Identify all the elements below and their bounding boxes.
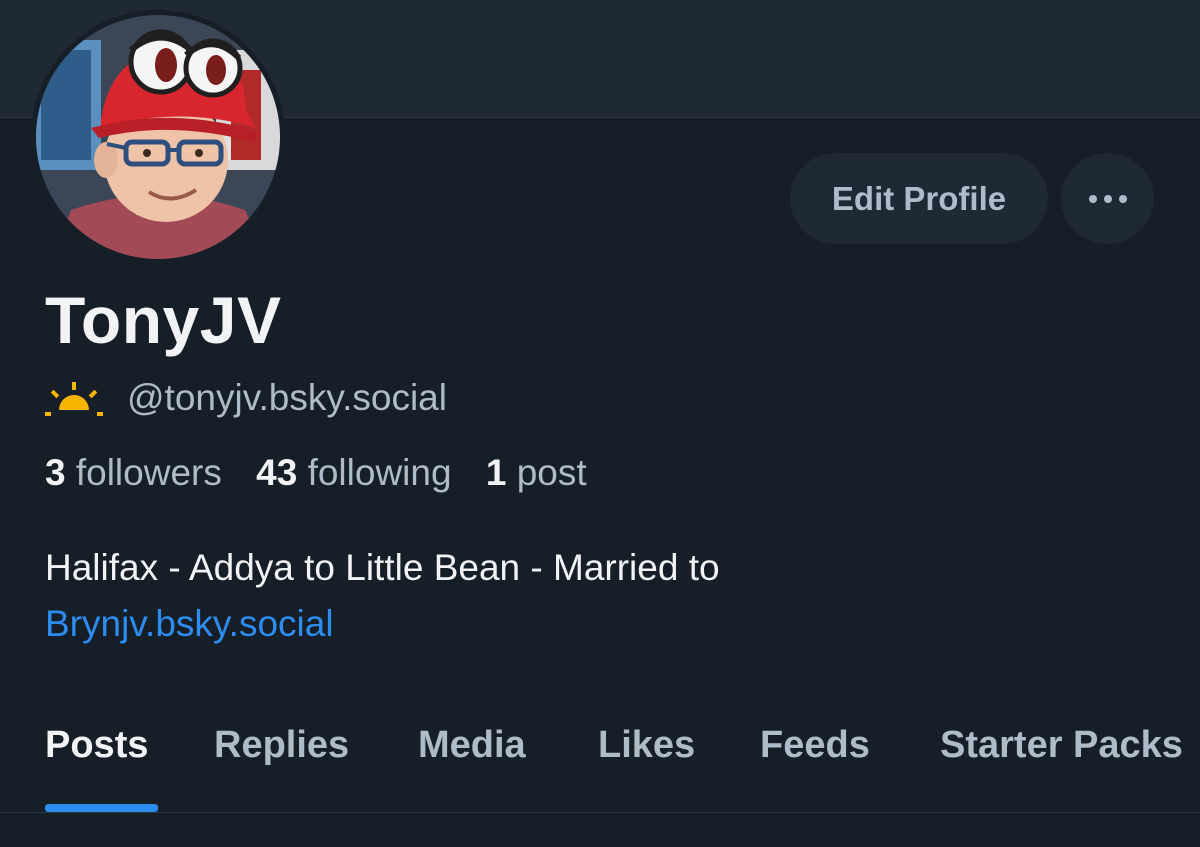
edit-profile-button[interactable]: Edit Profile — [790, 153, 1048, 244]
following-count: 43 — [256, 452, 298, 493]
profile-stats: 3 followers 43 following 1 post — [45, 452, 611, 494]
active-tab-indicator — [45, 804, 158, 812]
posts-stat: 1 post — [486, 452, 587, 493]
followers-stat[interactable]: 3 followers — [45, 452, 222, 493]
tab-starter-packs[interactable]: Starter Packs — [940, 724, 1183, 767]
following-stat[interactable]: 43 following — [256, 452, 451, 493]
tab-likes[interactable]: Likes — [598, 724, 695, 767]
followers-label: followers — [75, 452, 222, 493]
bio-text: Halifax - Addya to Little Bean - Married… — [45, 547, 720, 588]
sunrise-icon — [45, 382, 103, 416]
profile-avatar[interactable] — [31, 10, 285, 264]
profile-bio: Halifax - Addya to Little Bean - Married… — [45, 540, 1145, 652]
avatar-photo — [31, 10, 285, 264]
tab-media[interactable]: Media — [418, 724, 526, 767]
tab-posts[interactable]: Posts — [45, 724, 148, 767]
more-options-icon — [1088, 194, 1127, 203]
followers-count: 3 — [45, 452, 66, 493]
profile-handle[interactable]: @tonyjv.bsky.social — [127, 377, 447, 419]
tab-feeds[interactable]: Feeds — [760, 724, 870, 767]
display-name: TonyJV — [45, 283, 282, 357]
more-options-button[interactable] — [1061, 153, 1154, 244]
posts-label: post — [516, 452, 587, 493]
profile-tabs: Posts Replies Media Likes Feeds Starter … — [0, 700, 1200, 813]
tab-replies[interactable]: Replies — [214, 724, 349, 767]
following-label: following — [307, 452, 452, 493]
bio-link[interactable]: Brynjv.bsky.social — [45, 596, 1145, 652]
posts-count: 1 — [485, 452, 507, 493]
handle-row: @tonyjv.bsky.social — [45, 372, 447, 424]
